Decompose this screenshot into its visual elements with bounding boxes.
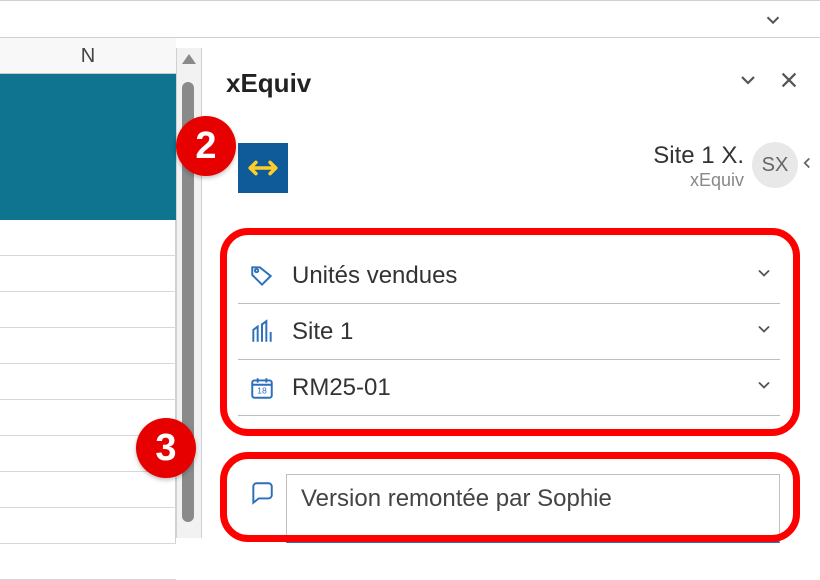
site-label: Site 1 X. xEquiv bbox=[653, 142, 744, 191]
panel-header: xEquiv bbox=[202, 68, 820, 107]
field-row-period[interactable]: 18 RM25-01 bbox=[238, 360, 780, 416]
table-row[interactable] bbox=[0, 256, 176, 292]
building-icon bbox=[238, 319, 286, 345]
chevron-down-icon[interactable] bbox=[754, 375, 780, 401]
table-row[interactable] bbox=[0, 328, 176, 364]
site-name: Site 1 X. bbox=[653, 142, 744, 170]
chevron-left-icon[interactable] bbox=[798, 152, 816, 180]
comment-input[interactable]: Version remontée par Sophie bbox=[286, 474, 780, 543]
table-row[interactable] bbox=[0, 508, 176, 544]
panel-title: xEquiv bbox=[226, 68, 796, 99]
annotation-badge-2: 2 bbox=[176, 116, 236, 176]
field-label: RM25-01 bbox=[286, 374, 754, 402]
row-grid bbox=[0, 220, 176, 580]
field-row-site[interactable]: Site 1 bbox=[238, 304, 780, 360]
calendar-icon: 18 bbox=[238, 375, 286, 401]
table-row[interactable] bbox=[0, 220, 176, 256]
comment-area: Version remontée par Sophie bbox=[238, 474, 780, 543]
panel-close-button[interactable] bbox=[778, 69, 800, 98]
table-row[interactable] bbox=[0, 544, 176, 580]
site-subtitle: xEquiv bbox=[653, 170, 744, 191]
table-row[interactable] bbox=[0, 364, 176, 400]
swap-button[interactable] bbox=[238, 143, 288, 193]
selected-cells-block[interactable] bbox=[0, 74, 176, 220]
chevron-down-icon[interactable] bbox=[754, 319, 780, 345]
table-row[interactable] bbox=[0, 292, 176, 328]
field-list: Unités vendues Site 1 18 RM25-01 bbox=[238, 248, 780, 416]
comment-icon bbox=[238, 474, 286, 506]
panel-context-row: Site 1 X. xEquiv SX bbox=[238, 136, 798, 200]
field-row-metric[interactable]: Unités vendues bbox=[238, 248, 780, 304]
avatar-initials: SX bbox=[762, 154, 789, 177]
panel-collapse-button[interactable] bbox=[736, 68, 760, 99]
avatar[interactable]: SX bbox=[752, 142, 798, 188]
field-label: Site 1 bbox=[286, 318, 754, 346]
field-label: Unités vendues bbox=[286, 262, 754, 290]
side-panel: xEquiv Site 1 X. xEquiv SX bbox=[202, 38, 820, 544]
column-header[interactable]: N bbox=[0, 38, 176, 74]
chevron-down-icon[interactable] bbox=[754, 263, 780, 289]
scroll-up-icon[interactable] bbox=[182, 54, 196, 64]
top-bar bbox=[0, 0, 820, 38]
tag-icon bbox=[238, 263, 286, 289]
annotation-badge-3: 3 bbox=[136, 418, 196, 478]
chevron-down-icon[interactable] bbox=[762, 9, 784, 37]
table-row[interactable] bbox=[0, 472, 176, 508]
svg-text:18: 18 bbox=[257, 385, 267, 395]
